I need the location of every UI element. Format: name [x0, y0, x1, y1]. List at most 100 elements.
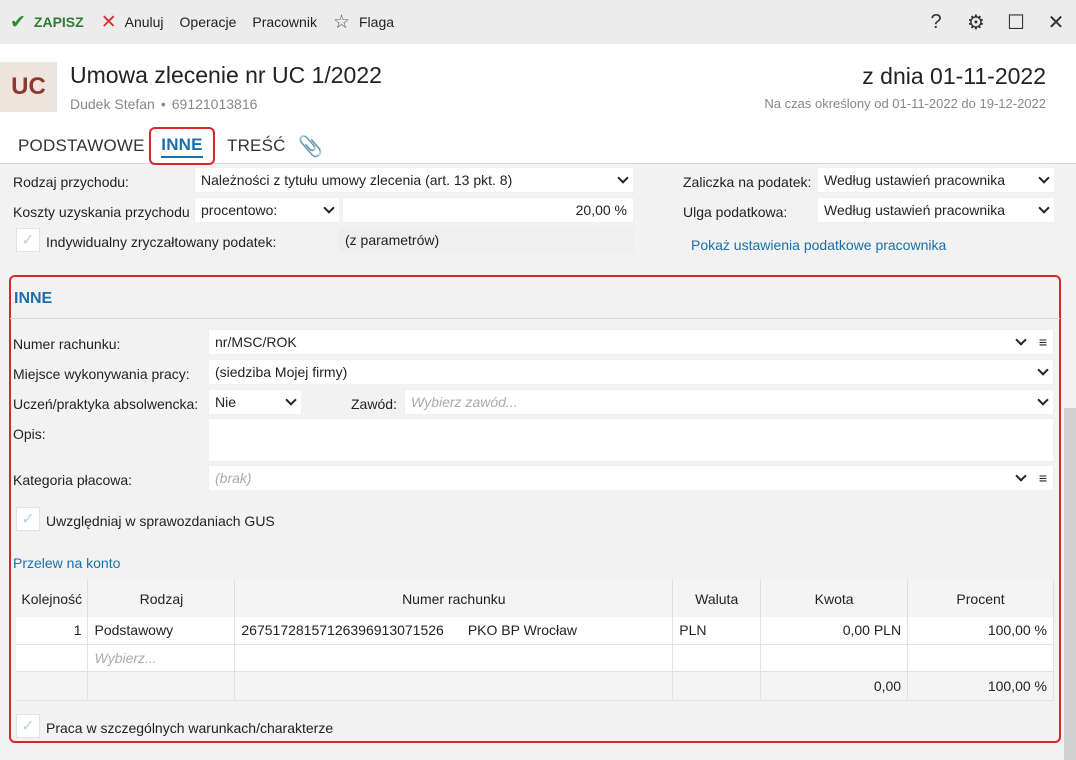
cell-currency[interactable]: PLN: [672, 617, 762, 645]
flat-tax-value-field: (z parametrów): [338, 227, 634, 253]
employee-info: Dudek Stefan • 69121013816: [70, 96, 257, 112]
close-window-icon[interactable]: ✕: [1036, 10, 1076, 35]
column-header-account[interactable]: Numer rachunku: [234, 580, 674, 617]
maximize-icon[interactable]: ☐: [996, 10, 1036, 35]
tax-relief-value: Według ustawień pracownika: [824, 202, 1006, 218]
sum-cell-empty: [672, 671, 762, 701]
chevron-down-icon: [617, 171, 629, 185]
window-controls: ? ⚙ ☐ ✕: [916, 0, 1076, 44]
special-conditions-checkbox[interactable]: ✓: [16, 714, 40, 738]
cell-account[interactable]: 26751728157126396913071526 PKO BP Wrocław: [234, 617, 674, 645]
table-row[interactable]: 1 Podstawowy 26751728157126396913071526 P…: [16, 617, 1054, 645]
cancel-button[interactable]: ✕ Anuluj: [101, 0, 164, 44]
gus-label: Uwzględniaj w sprawozdaniach GUS: [46, 513, 275, 529]
show-tax-settings-link[interactable]: Pokaż ustawienia podatkowe pracownika: [691, 237, 946, 253]
cell-account-empty[interactable]: [234, 644, 674, 672]
flat-tax-value: (z parametrów): [345, 232, 440, 248]
pay-category-select[interactable]: (brak) ≡: [208, 465, 1054, 491]
tab-basic[interactable]: PODSTAWOWE: [18, 136, 145, 156]
gear-icon[interactable]: ⚙: [956, 10, 996, 35]
cell-currency-empty[interactable]: [672, 644, 762, 672]
cell-percent[interactable]: 100,00 %: [907, 617, 1054, 645]
bank-accounts-table: Kolejność Rodzaj Numer rachunku Waluta K…: [16, 580, 1054, 701]
employee-name: Dudek Stefan: [70, 96, 155, 112]
tab-other-label: INNE: [161, 135, 203, 158]
apprentice-label: Uczeń/praktyka absolwencka:: [13, 396, 199, 412]
column-header-percent[interactable]: Procent: [907, 580, 1054, 617]
flat-tax-checkbox[interactable]: ✓: [16, 228, 40, 252]
special-conditions-label: Praca w szczególnych warunkach/charakter…: [46, 720, 334, 736]
sum-cell-empty: [16, 671, 89, 701]
separator-dot: •: [160, 96, 166, 112]
star-icon: ☆: [332, 11, 350, 33]
sum-cell-empty: [234, 671, 674, 701]
toolbar: ✔ ZAPISZ ✕ Anuluj Operacje Pracownik ☆ F…: [0, 0, 1076, 44]
cell-order[interactable]: 1: [16, 617, 89, 645]
vertical-scrollbar[interactable]: [1064, 408, 1076, 760]
column-header-amount[interactable]: Kwota: [760, 580, 909, 617]
tax-advance-value: Według ustawień pracownika: [824, 172, 1006, 188]
apprentice-value: Nie: [215, 394, 237, 410]
tax-advance-label: Zaliczka na podatek:: [683, 174, 812, 190]
help-icon[interactable]: ?: [916, 11, 956, 34]
document-type-badge: UC: [0, 62, 57, 112]
tab-content[interactable]: TREŚĆ: [227, 136, 286, 156]
table-header-row: Kolejność Rodzaj Numer rachunku Waluta K…: [16, 580, 1054, 617]
column-header-order[interactable]: Kolejność: [16, 580, 89, 617]
cell-type[interactable]: Podstawowy: [87, 617, 236, 645]
column-header-type[interactable]: Rodzaj: [87, 580, 236, 617]
account-number-select[interactable]: nr/MSC/ROK ≡: [208, 329, 1054, 355]
contract-period: Na czas określony od 01-11-2022 do 19-12…: [764, 96, 1046, 111]
chevron-down-icon: [1037, 363, 1049, 377]
new-table-row[interactable]: Wybierz...: [16, 644, 1054, 672]
description-textarea[interactable]: [208, 418, 1054, 462]
document-date: z dnia 01-11-2022: [862, 63, 1046, 89]
tax-advance-select[interactable]: Według ustawień pracownika: [817, 167, 1055, 193]
chevron-down-icon: [1015, 469, 1027, 483]
chevron-down-icon: [1038, 171, 1050, 185]
cell-percent-empty[interactable]: [907, 644, 1054, 672]
income-type-select[interactable]: Należności z tytułu umowy zlecenia (art.…: [194, 167, 634, 193]
account-number-label: Numer rachunku:: [13, 336, 121, 352]
check-icon: ✓: [21, 511, 35, 528]
operations-label: Operacje: [179, 14, 237, 30]
employee-menu[interactable]: Pracownik: [252, 0, 317, 44]
bank-transfer-link[interactable]: Przelew na konto: [13, 555, 120, 571]
page-title: Umowa zlecenie nr UC 1/2022: [70, 62, 382, 88]
paperclip-icon[interactable]: 📎: [298, 134, 323, 159]
account-number-value: nr/MSC/ROK: [215, 334, 297, 350]
profession-label: Zawód:: [351, 396, 397, 412]
cell-type-new[interactable]: Wybierz...: [87, 644, 236, 672]
save-button[interactable]: ✔ ZAPISZ: [10, 0, 84, 44]
costs-mode-value: procentowo:: [201, 202, 278, 218]
description-label: Opis:: [13, 426, 46, 442]
workplace-select[interactable]: (siedziba Mojej firmy): [208, 359, 1054, 385]
pay-category-placeholder: (brak): [215, 470, 252, 486]
costs-percent-input[interactable]: 20,00 %: [342, 197, 634, 223]
column-header-currency[interactable]: Waluta: [672, 580, 762, 617]
apprentice-select[interactable]: Nie: [208, 389, 302, 415]
check-icon: ✓: [21, 718, 35, 735]
cell-amount-empty[interactable]: [760, 644, 909, 672]
gus-checkbox[interactable]: ✓: [16, 507, 40, 531]
tab-other[interactable]: INNE: [149, 127, 215, 165]
cell-order-empty[interactable]: [16, 644, 89, 672]
costs-mode-select[interactable]: procentowo:: [194, 197, 340, 223]
list-menu-icon[interactable]: ≡: [1039, 334, 1047, 350]
chevron-down-icon: [285, 393, 297, 407]
tab-bar: PODSTAWOWE INNE TREŚĆ 📎: [0, 127, 1076, 165]
flag-button[interactable]: ☆ Flaga: [333, 0, 394, 44]
sum-cell-empty: [87, 671, 236, 701]
profession-placeholder: Wybierz zawód...: [411, 394, 518, 410]
list-menu-icon[interactable]: ≡: [1039, 470, 1047, 486]
sum-amount: 0,00: [760, 671, 909, 701]
profession-select[interactable]: Wybierz zawód...: [404, 389, 1054, 415]
tax-relief-select[interactable]: Według ustawień pracownika: [817, 197, 1055, 223]
operations-menu[interactable]: Operacje: [180, 0, 237, 44]
cell-amount[interactable]: 0,00 PLN: [760, 617, 909, 645]
costs-percent-value: 20,00 %: [575, 202, 627, 218]
costs-label: Koszty uzyskania przychodu: [13, 204, 190, 220]
section-divider: [10, 318, 1060, 319]
chevron-down-icon: [1038, 201, 1050, 215]
checkmark-icon: ✔: [10, 11, 26, 33]
